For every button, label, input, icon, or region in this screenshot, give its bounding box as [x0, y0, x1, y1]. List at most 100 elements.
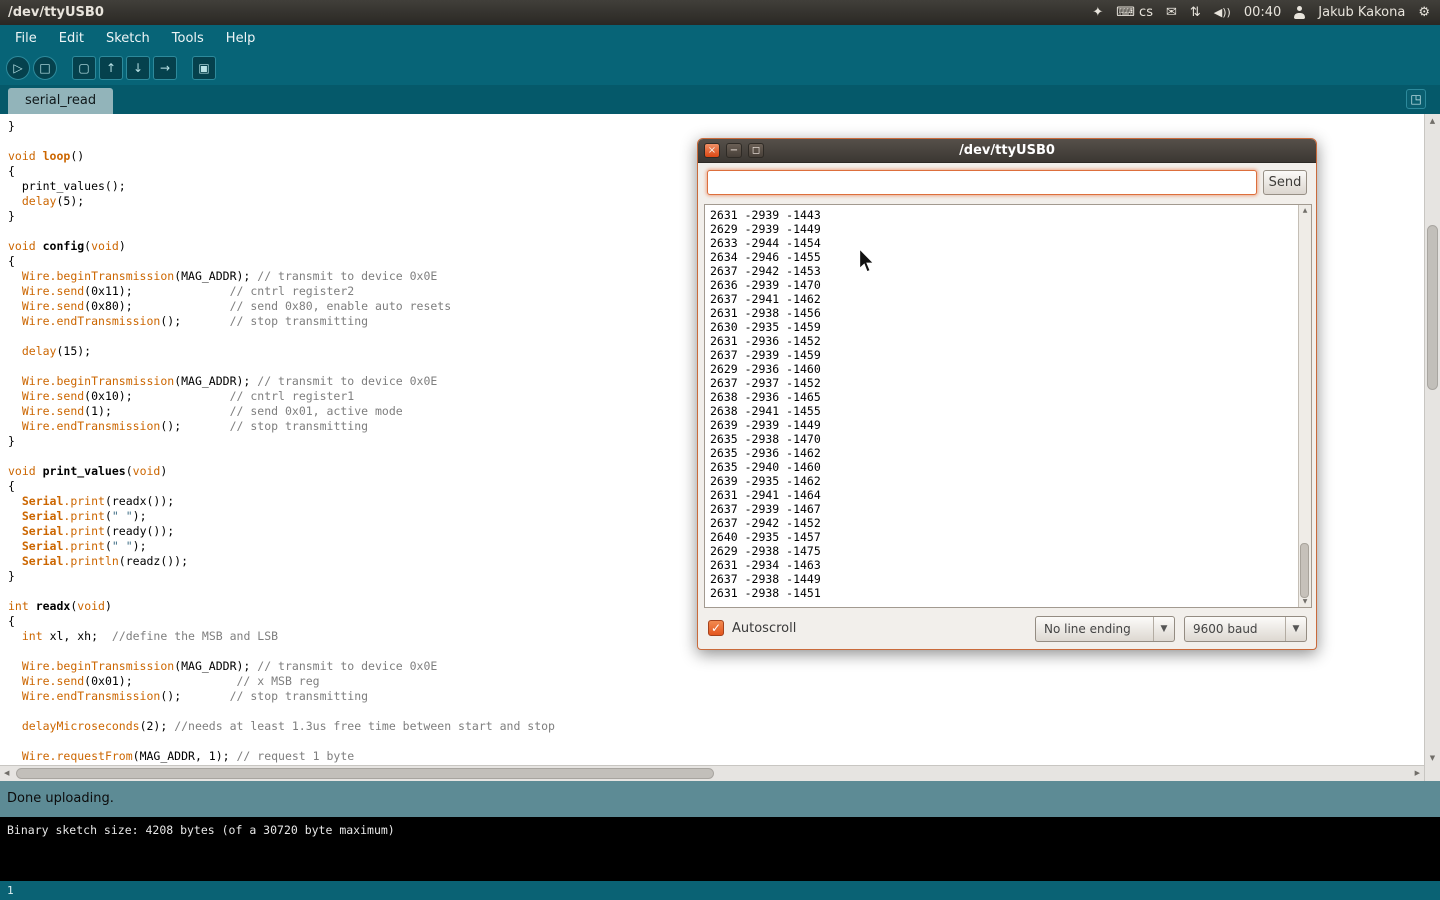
serial-line: 2629 -2938 -1475 — [710, 544, 1311, 558]
minimize-button[interactable]: − — [726, 143, 742, 158]
code-line: Wire.endTransmission(); // stop transmit… — [8, 689, 1424, 704]
menu-bar: FileEditSketchToolsHelp — [0, 25, 1440, 51]
maximize-button[interactable]: ◻ — [748, 143, 764, 158]
serial-line: 2637 -2942 -1453 — [710, 264, 1311, 278]
menu-item-help[interactable]: Help — [215, 27, 267, 50]
serial-line: 2630 -2935 -1459 — [710, 320, 1311, 334]
serial-scroll-up-icon[interactable]: ▲ — [1299, 207, 1311, 214]
sync-icon[interactable]: ⇅ — [1190, 0, 1201, 25]
stop-button[interactable]: □ — [33, 56, 57, 80]
menu-item-sketch[interactable]: Sketch — [95, 27, 161, 50]
scroll-down-icon[interactable]: ▼ — [1425, 754, 1440, 762]
code-line: } — [8, 119, 1424, 134]
serial-line: 2633 -2944 -1454 — [710, 236, 1311, 250]
vertical-scroll-thumb[interactable] — [1427, 225, 1438, 390]
menu-item-edit[interactable]: Edit — [48, 27, 95, 50]
tab-serial-read[interactable]: serial_read — [8, 88, 113, 114]
keyboard-layout-indicator[interactable]: ⌨ cs — [1116, 0, 1153, 25]
serial-line: 2635 -2936 -1462 — [710, 446, 1311, 460]
editor-vertical-scrollbar[interactable]: ▲ ▼ — [1424, 114, 1440, 781]
serial-scroll-thumb[interactable] — [1300, 543, 1309, 598]
username-label[interactable]: Jakub Kakona — [1318, 0, 1405, 25]
build-console: Binary sketch size: 4208 bytes (of a 307… — [0, 817, 1440, 881]
serial-line: 2631 -2939 -1443 — [710, 208, 1311, 222]
serial-line: 2631 -2941 -1464 — [710, 488, 1311, 502]
autoscroll-checkbox[interactable]: ✓ — [708, 620, 724, 636]
arrow-right-icon: → — [160, 62, 170, 74]
baud-rate-select[interactable]: 9600 baud ▼ — [1184, 616, 1307, 642]
serial-line: 2639 -2939 -1449 — [710, 418, 1311, 432]
keyboard-icon: ⌨ — [1116, 0, 1135, 25]
close-icon: × — [708, 146, 716, 156]
code-line — [8, 704, 1424, 719]
tab-menu-icon: ◳ — [1410, 92, 1421, 106]
close-button[interactable]: × — [704, 143, 720, 158]
mail-icon[interactable]: ✉ — [1166, 0, 1177, 25]
save-button[interactable]: ↓ — [126, 56, 150, 80]
serial-line: 2629 -2936 -1460 — [710, 362, 1311, 376]
volume-icon[interactable]: ◀)) — [1214, 0, 1231, 25]
minimize-icon: − — [730, 146, 738, 156]
serial-output-text: 2631 -2939 -14432629 -2939 -14492633 -29… — [705, 205, 1311, 600]
serial-line: 2631 -2936 -1452 — [710, 334, 1311, 348]
new-file-icon: ▢ — [78, 62, 89, 74]
serial-line: 2631 -2938 -1451 — [710, 586, 1311, 600]
send-button[interactable]: Send — [1263, 170, 1307, 195]
scroll-left-icon[interactable]: ◀ — [4, 769, 9, 777]
maximize-icon: ◻ — [752, 146, 760, 156]
session-gear-icon[interactable]: ⚙ — [1418, 0, 1430, 25]
serial-line: 2635 -2938 -1470 — [710, 432, 1311, 446]
serial-output-scrollbar[interactable]: ▲ ▼ — [1298, 205, 1311, 607]
desktop: /dev/ttyUSB0 ✦ ⌨ cs ✉ ⇅ ◀)) 00:40 Jakub … — [0, 0, 1440, 900]
serial-send-input[interactable] — [707, 170, 1257, 195]
scroll-up-icon[interactable]: ▲ — [1425, 117, 1440, 125]
serial-line: 2639 -2935 -1462 — [710, 474, 1311, 488]
serial-monitor-titlebar[interactable]: ×−◻ /dev/ttyUSB0 — [698, 139, 1316, 163]
window-buttons: × − ◻ — [698, 143, 764, 158]
serial-line: 2635 -2940 -1460 — [710, 460, 1311, 474]
menu-item-file[interactable]: File — [4, 27, 48, 50]
keyboard-layout-label: cs — [1139, 0, 1153, 25]
status-bar: Done uploading. — [0, 781, 1440, 817]
active-window-title: /dev/ttyUSB0 — [8, 5, 104, 20]
new-sketch-button[interactable]: ▢ — [72, 56, 96, 80]
serial-line: 2631 -2938 -1456 — [710, 306, 1311, 320]
serial-line: 2636 -2939 -1470 — [710, 278, 1311, 292]
indicator-area: ✦ ⌨ cs ✉ ⇅ ◀)) 00:40 Jakub Kakona ⚙ — [1092, 0, 1440, 25]
code-line: Wire.requestFrom(MAG_ADDR, 1); // reques… — [8, 749, 1424, 764]
menu-item-tools[interactable]: Tools — [161, 27, 215, 50]
serial-scroll-down-icon[interactable]: ▼ — [1299, 598, 1311, 605]
arrow-up-icon: ↑ — [106, 62, 116, 74]
serial-monitor-window: ×−◻ /dev/ttyUSB0 Send 2631 -2939 -144326… — [697, 138, 1317, 650]
serial-line: 2637 -2938 -1449 — [710, 572, 1311, 586]
line-ending-select[interactable]: No line ending ▼ — [1035, 616, 1175, 642]
serial-line: 2637 -2941 -1462 — [710, 292, 1311, 306]
horizontal-scroll-thumb[interactable] — [16, 768, 714, 779]
mouse-cursor — [858, 248, 876, 274]
upload-button[interactable]: → — [153, 56, 177, 80]
serial-line: 2629 -2939 -1449 — [710, 222, 1311, 236]
serial-line: 2637 -2939 -1467 — [710, 502, 1311, 516]
chevron-down-icon: ▼ — [1153, 617, 1174, 641]
play-icon: ▷ — [13, 62, 22, 74]
tab-menu-button[interactable]: ◳ — [1406, 89, 1426, 109]
toolbar: ▷ □ ▢ ↑ ↓ → ▣ — [0, 51, 1440, 85]
verify-button[interactable]: ▷ — [6, 56, 30, 80]
serial-output-area[interactable]: 2631 -2939 -14432629 -2939 -14492633 -29… — [704, 204, 1312, 608]
clock-label[interactable]: 00:40 — [1244, 0, 1281, 25]
code-line: Wire.send(0x01); // x MSB reg — [8, 674, 1424, 689]
serial-line: 2637 -2942 -1452 — [710, 516, 1311, 530]
serial-line: 2637 -2939 -1459 — [710, 348, 1311, 362]
check-icon: ✓ — [711, 621, 721, 635]
scroll-right-icon[interactable]: ▶ — [1415, 769, 1420, 777]
serial-monitor-button[interactable]: ▣ — [192, 56, 216, 80]
serial-monitor-controls: ✓ Autoscroll No line ending ▼ 9600 baud … — [698, 615, 1316, 643]
serial-line: 2631 -2934 -1463 — [710, 558, 1311, 572]
open-button[interactable]: ↑ — [99, 56, 123, 80]
editor-horizontal-scrollbar[interactable]: ◀ ▶ — [0, 765, 1424, 781]
code-line: delayMicroseconds(2); //needs at least 1… — [8, 719, 1424, 734]
status-indicator-icon[interactable]: ✦ — [1092, 0, 1103, 25]
tab-strip: serial_read ◳ — [0, 85, 1440, 114]
serial-line: 2640 -2935 -1457 — [710, 530, 1311, 544]
line-ending-value: No line ending — [1036, 622, 1153, 636]
